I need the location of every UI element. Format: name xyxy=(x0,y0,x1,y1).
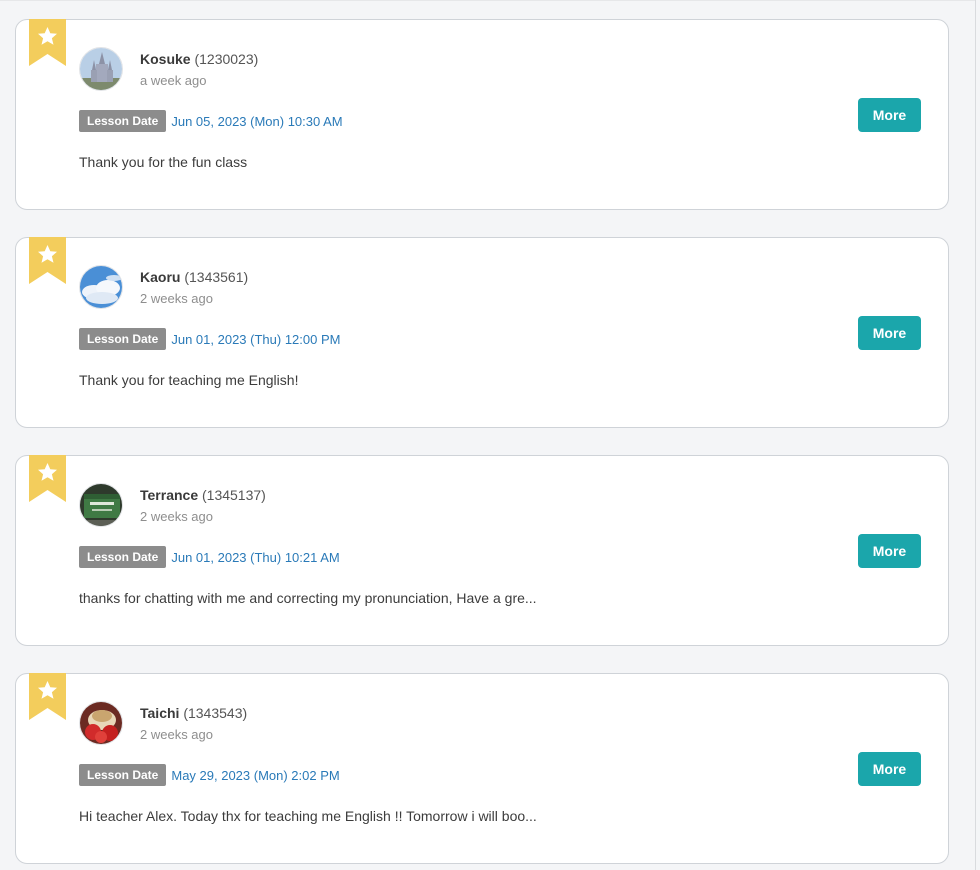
reviews-page: Kosuke (1230023) a week ago Lesson Date … xyxy=(0,0,980,870)
student-avatar[interactable] xyxy=(79,701,123,745)
student-info: Kosuke (1230023) xyxy=(140,51,258,67)
review-card: Terrance (1345137) 2 weeks ago Lesson Da… xyxy=(15,455,949,646)
more-button[interactable]: More xyxy=(858,534,921,568)
review-list: Kosuke (1230023) a week ago Lesson Date … xyxy=(15,19,949,870)
lesson-date-row: Lesson Date Jun 01, 2023 (Thu) 10:21 AM xyxy=(79,546,340,568)
student-info: Taichi (1343543) xyxy=(140,705,247,721)
student-id: (1230023) xyxy=(194,51,259,67)
more-button[interactable]: More xyxy=(858,752,921,786)
lesson-date-row: Lesson Date Jun 05, 2023 (Mon) 10:30 AM xyxy=(79,110,343,132)
lesson-date-value: Jun 01, 2023 (Thu) 10:21 AM xyxy=(171,549,340,565)
lesson-date-value: May 29, 2023 (Mon) 2:02 PM xyxy=(171,767,340,783)
lesson-date-value: Jun 01, 2023 (Thu) 12:00 PM xyxy=(171,331,341,347)
review-card: Taichi (1343543) 2 weeks ago Lesson Date… xyxy=(15,673,949,864)
review-time-ago: a week ago xyxy=(140,73,207,88)
review-comment: Hi teacher Alex. Today thx for teaching … xyxy=(79,808,537,824)
favorite-ribbon-star-icon[interactable] xyxy=(29,19,66,66)
lesson-date-row: Lesson Date May 29, 2023 (Mon) 2:02 PM xyxy=(79,764,340,786)
student-name[interactable]: Kosuke xyxy=(140,51,191,67)
lesson-date-badge: Lesson Date xyxy=(79,764,167,786)
student-id: (1343561) xyxy=(184,269,249,285)
student-avatar[interactable] xyxy=(79,483,123,527)
review-time-ago: 2 weeks ago xyxy=(140,727,213,742)
review-card: Kosuke (1230023) a week ago Lesson Date … xyxy=(15,19,949,210)
favorite-ribbon-star-icon[interactable] xyxy=(29,673,66,720)
lesson-date-row: Lesson Date Jun 01, 2023 (Thu) 12:00 PM xyxy=(79,328,340,350)
review-card: Kaoru (1343561) 2 weeks ago Lesson Date … xyxy=(15,237,949,428)
lesson-date-badge: Lesson Date xyxy=(79,546,167,568)
more-button[interactable]: More xyxy=(858,316,921,350)
student-avatar[interactable] xyxy=(79,265,123,309)
lesson-date-value: Jun 05, 2023 (Mon) 10:30 AM xyxy=(171,113,343,129)
student-id: (1345137) xyxy=(202,487,266,503)
review-comment: Thank you for teaching me English! xyxy=(79,372,299,388)
scrollbar-track[interactable] xyxy=(975,0,976,870)
more-button[interactable]: More xyxy=(858,98,921,132)
student-name[interactable]: Taichi xyxy=(140,705,179,721)
student-id: (1343543) xyxy=(183,705,248,721)
favorite-ribbon-star-icon[interactable] xyxy=(29,237,66,284)
student-avatar[interactable] xyxy=(79,47,123,91)
student-info: Terrance (1345137) xyxy=(140,487,266,503)
student-info: Kaoru (1343561) xyxy=(140,269,248,285)
lesson-date-badge: Lesson Date xyxy=(79,328,167,350)
top-divider xyxy=(0,0,975,1)
review-comment: thanks for chatting with me and correcti… xyxy=(79,590,537,606)
review-time-ago: 2 weeks ago xyxy=(140,291,213,306)
student-name[interactable]: Terrance xyxy=(140,487,198,503)
lesson-date-badge: Lesson Date xyxy=(79,110,167,132)
review-comment: Thank you for the fun class xyxy=(79,154,248,170)
review-time-ago: 2 weeks ago xyxy=(140,509,213,524)
student-name[interactable]: Kaoru xyxy=(140,269,180,285)
favorite-ribbon-star-icon[interactable] xyxy=(29,455,66,502)
